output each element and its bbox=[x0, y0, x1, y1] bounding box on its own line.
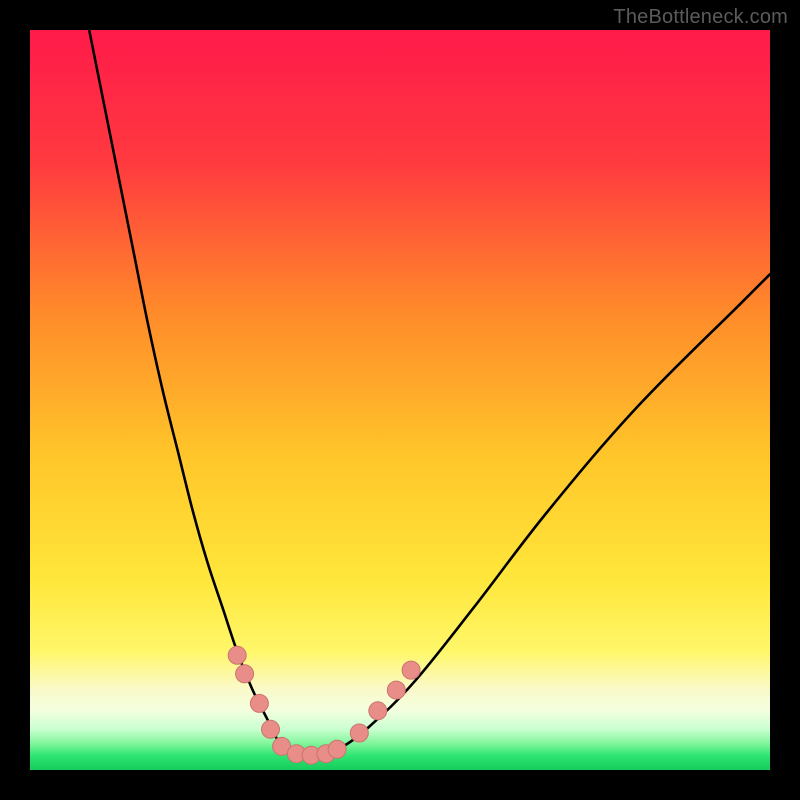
data-marker bbox=[236, 665, 254, 683]
watermark-text: TheBottleneck.com bbox=[613, 6, 788, 29]
data-marker bbox=[350, 724, 368, 742]
chart-frame: TheBottleneck.com bbox=[0, 0, 800, 800]
data-marker bbox=[228, 646, 246, 664]
data-marker bbox=[369, 702, 387, 720]
plot-area bbox=[30, 30, 770, 770]
bottleneck-curve bbox=[89, 30, 770, 756]
data-marker bbox=[250, 694, 268, 712]
data-marker bbox=[262, 720, 280, 738]
data-marker bbox=[402, 661, 420, 679]
data-marker bbox=[328, 740, 346, 758]
data-marker bbox=[387, 681, 405, 699]
bottleneck-curve-svg bbox=[30, 30, 770, 770]
